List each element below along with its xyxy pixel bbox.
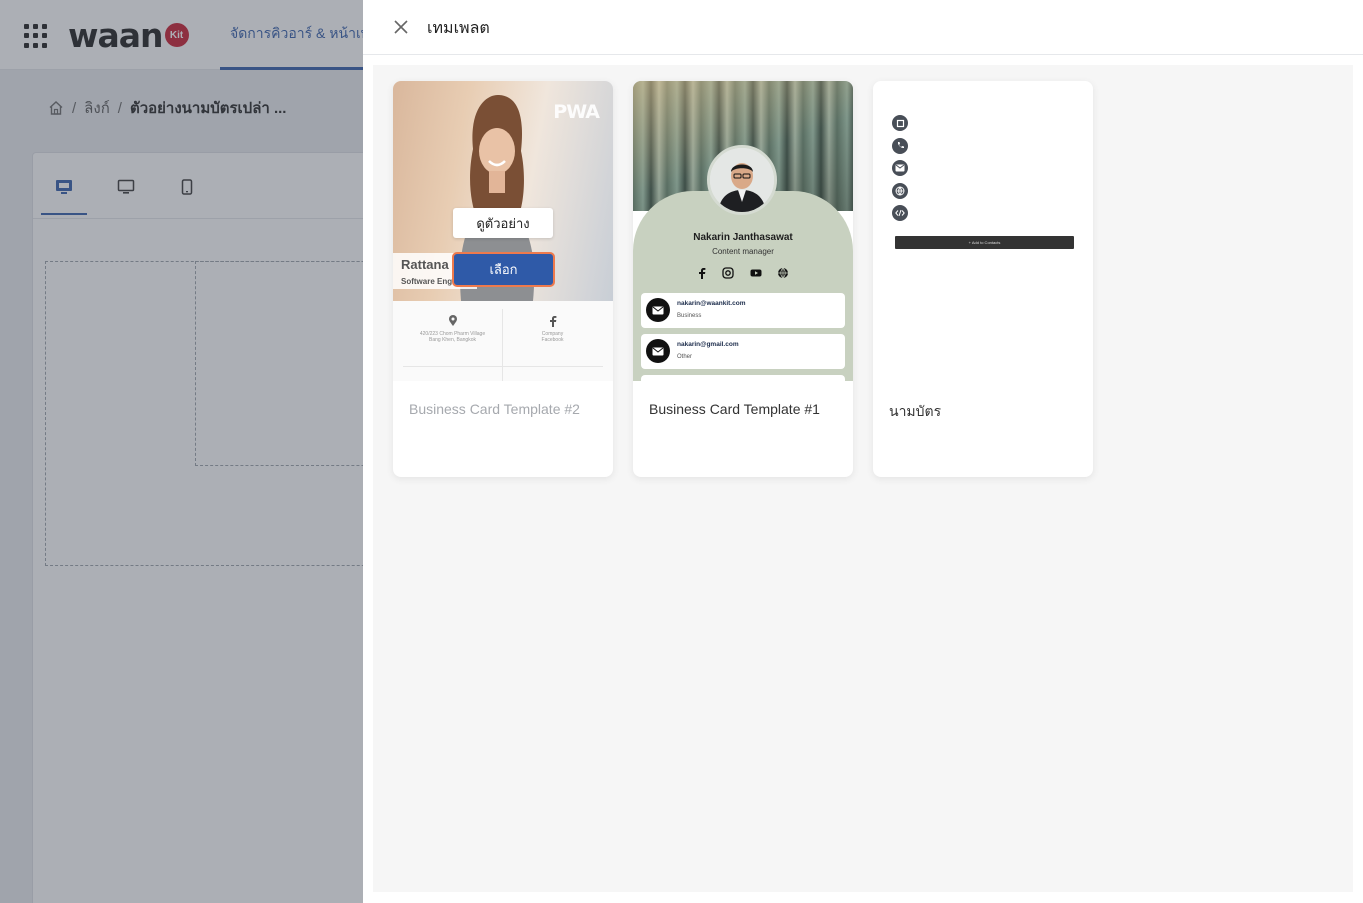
contact-icon-list bbox=[892, 115, 910, 228]
social-line: Facebook bbox=[541, 337, 564, 343]
select-template-button[interactable]: เลือก bbox=[452, 252, 555, 287]
template-thumbnail: + Add to Contacts bbox=[873, 81, 1093, 381]
contact-type: Business bbox=[677, 313, 702, 319]
template-card-namecard[interactable]: + Add to Contacts นามบัตร bbox=[873, 81, 1093, 477]
template-thumbnail: Nakarin Janthasawat Content manager naka… bbox=[633, 81, 853, 381]
mail-icon bbox=[646, 298, 670, 322]
contact-row: nakarin@waankit.com Business bbox=[641, 293, 845, 328]
contact-email: nakarin@waankit.com bbox=[677, 300, 746, 307]
drawer-header: เทมเพลต bbox=[363, 0, 1363, 55]
mail-icon bbox=[892, 160, 908, 176]
contact-type: Other bbox=[677, 354, 693, 360]
brand-logo: PWA bbox=[553, 101, 600, 123]
close-icon[interactable] bbox=[391, 17, 411, 37]
instagram-icon bbox=[722, 267, 734, 279]
contact-email: nakarin@gmail.com bbox=[677, 341, 739, 348]
globe-icon bbox=[777, 267, 788, 279]
contact-row: nakarin@gmail.com Other bbox=[641, 334, 845, 369]
building-icon bbox=[892, 115, 908, 131]
card-person-role: Content manager bbox=[712, 247, 774, 256]
facebook-icon bbox=[549, 316, 556, 327]
template-card-business-1[interactable]: Nakarin Janthasawat Content manager naka… bbox=[633, 81, 853, 477]
preview-template-button[interactable]: ดูตัวอย่าง bbox=[453, 208, 553, 238]
card-person-name: Rattana bbox=[401, 257, 449, 272]
template-name: Business Card Template #1 bbox=[649, 401, 820, 417]
drawer-title: เทมเพลต bbox=[427, 20, 490, 37]
address-cell: 420/223 Chom Pharm Village Bang Khen, Ba… bbox=[403, 309, 502, 365]
social-icons bbox=[697, 267, 789, 281]
divider bbox=[403, 366, 603, 367]
avatar bbox=[707, 145, 777, 215]
address-line: Bang Khen, Bangkok bbox=[429, 337, 476, 343]
card-person-name: Nakarin Janthasawat bbox=[693, 232, 793, 243]
code-icon bbox=[892, 205, 908, 221]
phone-icon bbox=[892, 137, 908, 154]
mail-icon bbox=[646, 339, 670, 363]
globe-icon bbox=[892, 182, 908, 199]
contact-row bbox=[641, 375, 845, 381]
add-to-contacts-bar: + Add to Contacts bbox=[895, 236, 1074, 249]
youtube-icon bbox=[750, 269, 762, 277]
divider bbox=[502, 309, 503, 381]
info-grid: 420/223 Chom Pharm Village Bang Khen, Ba… bbox=[393, 301, 613, 381]
social-cell: Company Facebook bbox=[503, 309, 602, 365]
facebook-icon bbox=[699, 268, 706, 279]
template-name: Business Card Template #2 bbox=[409, 401, 580, 417]
template-grid: PWA Rattana Software Engineer 420/223 Ch… bbox=[373, 65, 1353, 892]
template-name: นามบัตร bbox=[889, 403, 942, 419]
template-card-business-2[interactable]: PWA Rattana Software Engineer 420/223 Ch… bbox=[393, 81, 613, 477]
person-image bbox=[710, 148, 774, 212]
template-thumbnail: PWA Rattana Software Engineer 420/223 Ch… bbox=[393, 81, 613, 381]
template-drawer: เทมเพลต PWA Rattana Software Engineer 42… bbox=[363, 0, 1363, 903]
location-pin-icon bbox=[448, 315, 457, 326]
